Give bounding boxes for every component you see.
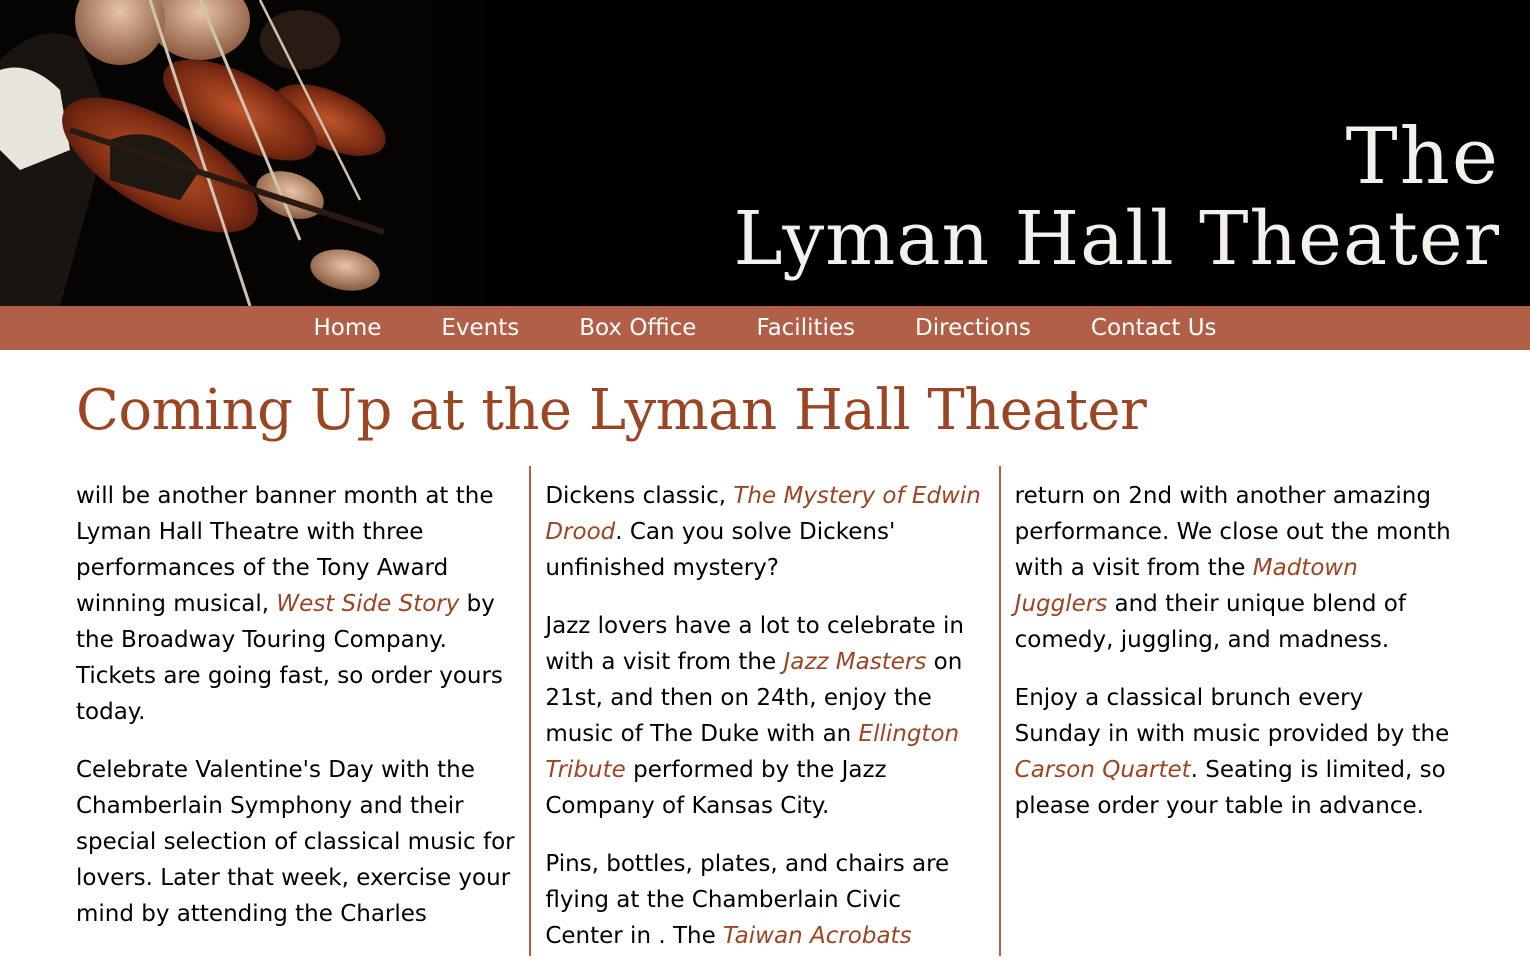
page-title: Coming Up at the Lyman Hall Theater — [76, 378, 1147, 443]
link-jazz-masters[interactable]: Jazz Masters — [783, 649, 926, 675]
col3-paragraph-1: return on 2nd with another amazing perfo… — [1015, 478, 1454, 658]
col2-paragraph-2: Jazz lovers have a lot to celebrate in w… — [545, 608, 984, 824]
column-3: return on 2nd with another amazing perfo… — [998, 466, 1454, 956]
nav-box-office[interactable]: Box Office — [579, 306, 696, 350]
nav-facilities[interactable]: Facilities — [756, 306, 855, 350]
site-title-line1: The — [1345, 112, 1500, 202]
site-title: The Lyman Hall Theater — [734, 118, 1500, 276]
nav-contact-us[interactable]: Contact Us — [1091, 306, 1217, 350]
column-2: Dickens classic, The Mystery of Edwin Dr… — [529, 466, 984, 956]
main-nav: Home Events Box Office Facilities Direct… — [0, 306, 1530, 350]
col3-p2-text-a: Enjoy a classical brunch every Sunday in… — [1014, 685, 1450, 747]
col2-p1-text-a: Dickens classic, — [545, 483, 734, 509]
main-content: Coming Up at the Lyman Hall Theater will… — [0, 378, 1530, 956]
nav-home[interactable]: Home — [313, 306, 381, 350]
violinists-photo — [0, 0, 520, 306]
col3-paragraph-2: Enjoy a classical brunch every Sunday in… — [1015, 680, 1454, 824]
site-title-line2: Lyman Hall Theater — [733, 196, 1500, 282]
nav-events[interactable]: Events — [441, 306, 519, 350]
col2-paragraph-3: Pins, bottles, plates, and chairs are fl… — [545, 846, 984, 954]
col1-paragraph-2: Celebrate Valentine's Day with the Chamb… — [76, 757, 515, 927]
events-columns: will be another banner month at the Lyma… — [76, 466, 1454, 956]
site-banner: The Lyman Hall Theater — [0, 0, 1530, 306]
link-west-side-story[interactable]: West Side Story — [276, 591, 459, 617]
nav-directions[interactable]: Directions — [915, 306, 1031, 350]
link-taiwan-acrobats[interactable]: Taiwan Acrobats — [723, 923, 912, 949]
col3-p1-text-a: return on 2nd with another amazing perfo… — [1014, 483, 1451, 581]
column-1: will be another banner month at the Lyma… — [76, 478, 515, 956]
link-carson-quartet[interactable]: Carson Quartet — [1015, 757, 1191, 783]
col2-paragraph-1: Dickens classic, The Mystery of Edwin Dr… — [545, 478, 984, 586]
col1-paragraph-1: will be another banner month at the Lyma… — [76, 478, 515, 730]
